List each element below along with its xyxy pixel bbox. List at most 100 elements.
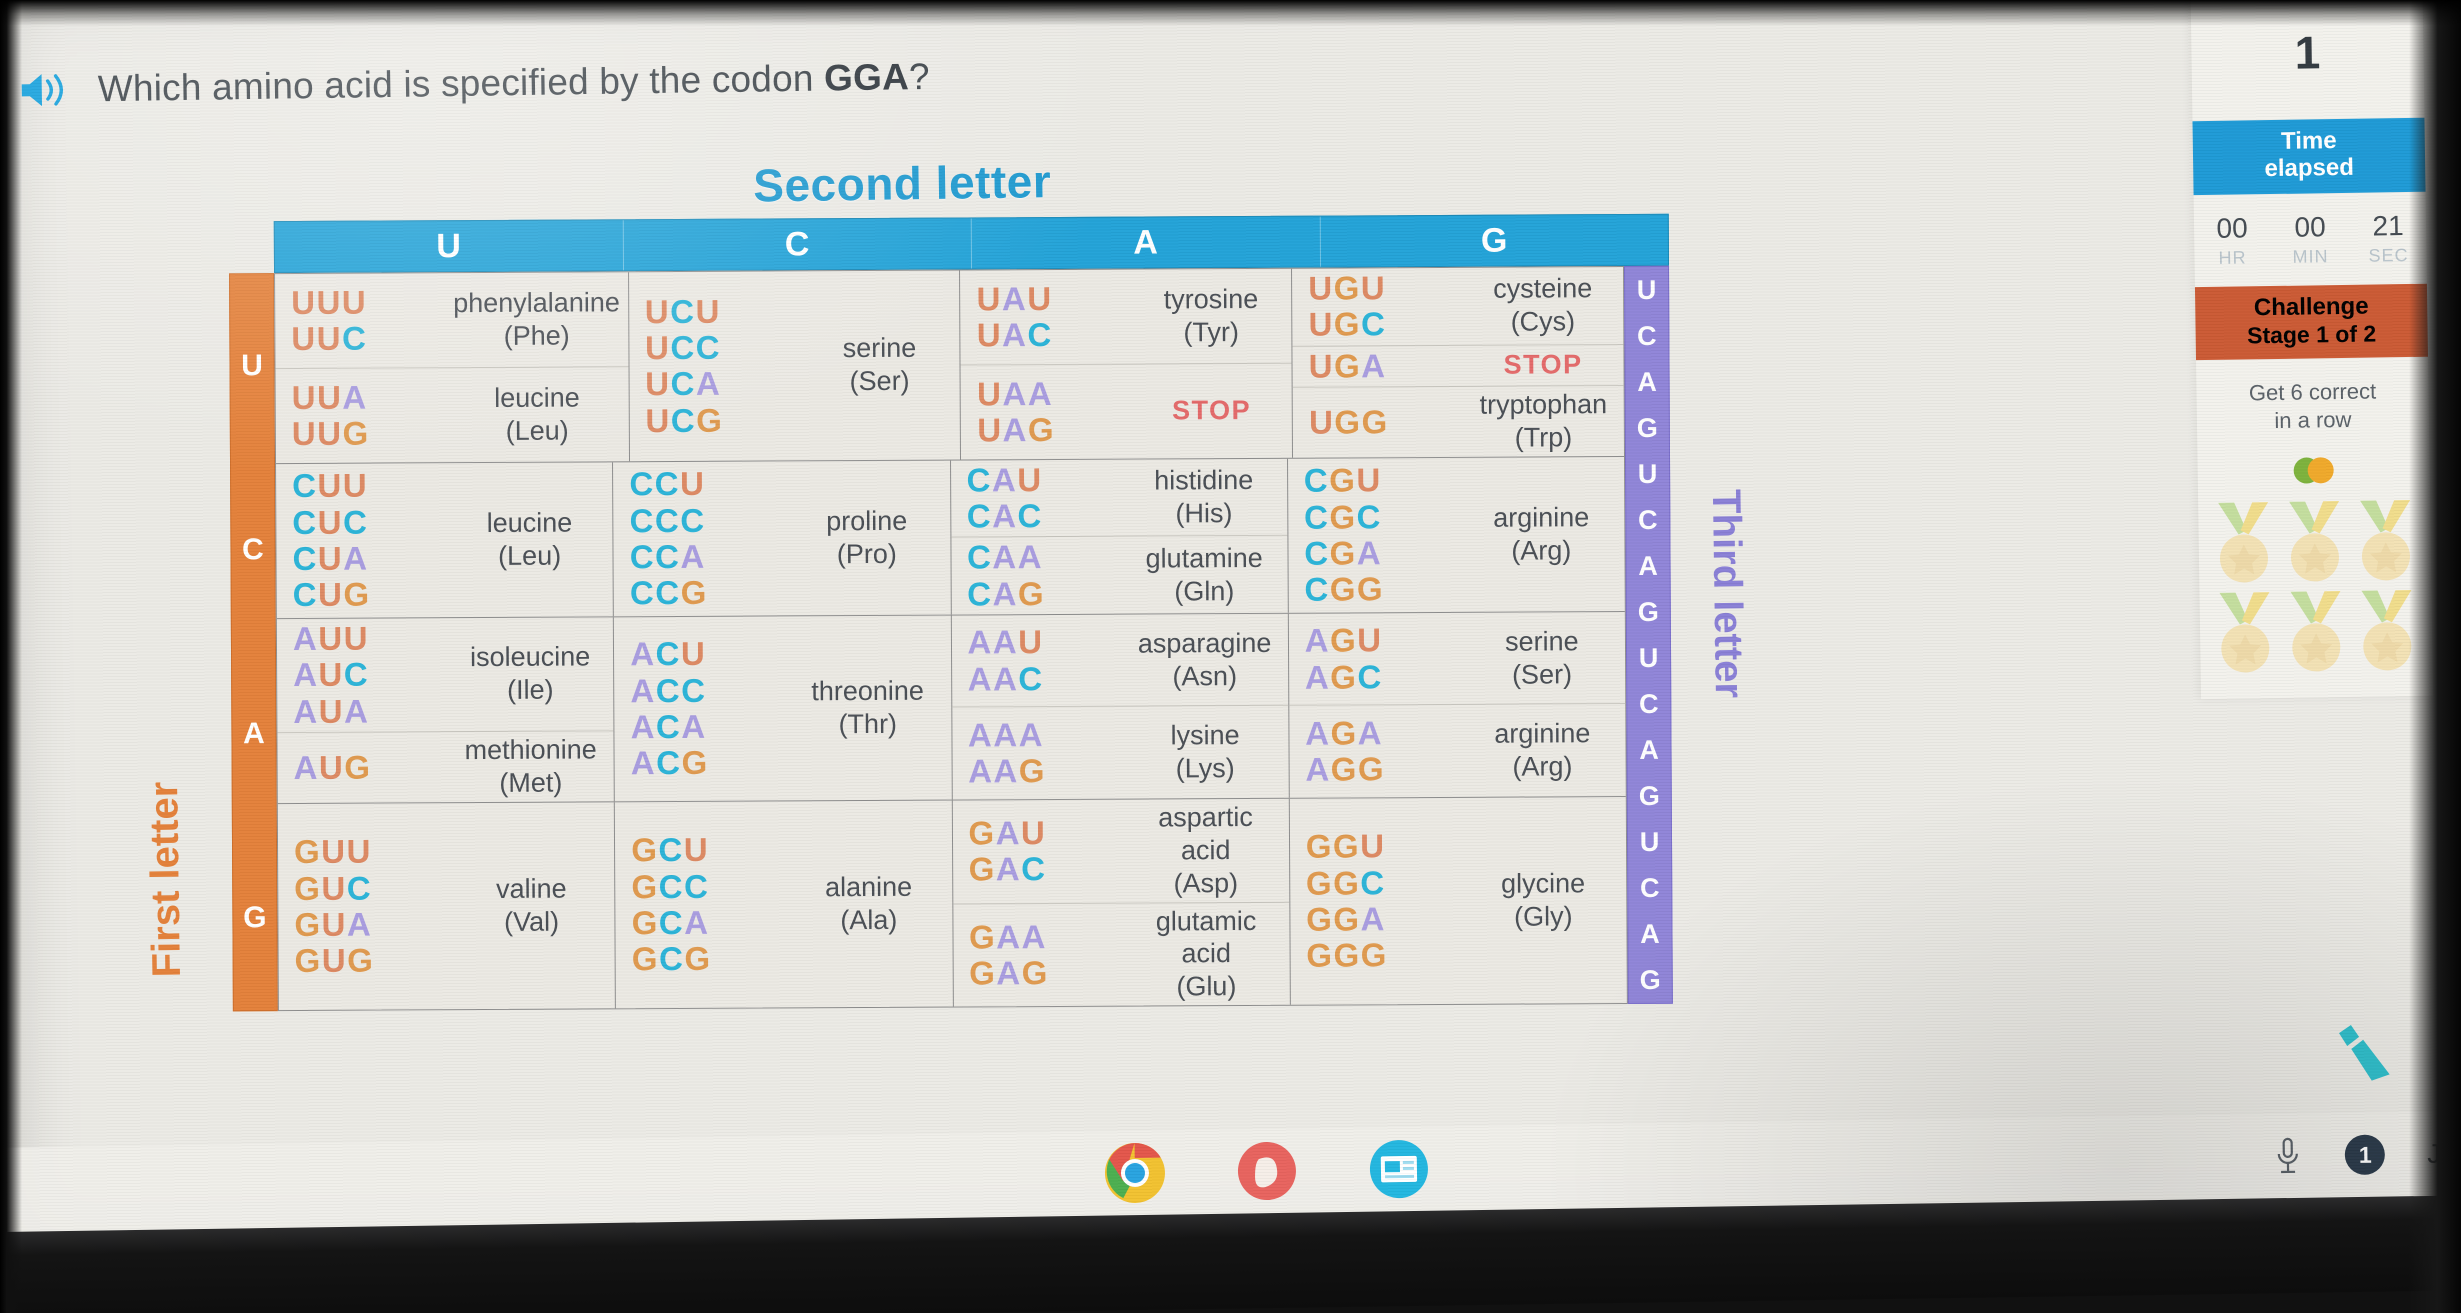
nucleotide-A: A xyxy=(993,715,1019,754)
nucleotide-U: U xyxy=(976,374,1003,412)
codon-UCU: UCU xyxy=(645,293,797,330)
challenge-title: Challenge xyxy=(2253,292,2369,321)
nucleotide-U: U xyxy=(645,365,671,403)
codon-CGU: CGU xyxy=(1304,462,1456,499)
codon-group: AGA AGG arginine (Arg) xyxy=(1289,704,1626,797)
nucleotide-G: G xyxy=(1027,410,1056,448)
microphone-icon[interactable] xyxy=(2273,1136,2304,1176)
nucleotide-C: C xyxy=(1018,659,1044,697)
nucleotide-C: C xyxy=(629,574,656,612)
amino-acid-label: isoleucine (Ile) xyxy=(455,641,614,708)
nucleotide-A: A xyxy=(680,537,706,575)
amino-acid-abbr: (Thr) xyxy=(838,708,898,739)
nucleotide-C: C xyxy=(658,867,685,905)
amino-acid-label: methionine (Met) xyxy=(455,733,614,800)
codon-list: GAU GAC xyxy=(968,814,1120,888)
stop-label: STOP xyxy=(1171,395,1252,426)
codon-row-a: AUU AUC AUA isoleucine (Ile) AUG methionine (Me… xyxy=(276,611,1626,804)
nucleotide-A: A xyxy=(293,692,319,730)
question-text: Which amino acid is specified by the cod… xyxy=(97,55,931,110)
second-letter-axis-label: Second letter xyxy=(752,155,1052,212)
third-letter-axis-label: Third letter xyxy=(1703,488,1751,699)
codon-group: GCU GCC GCA GCG alanine (Ala) xyxy=(615,800,952,1008)
nucleotide-C: C xyxy=(1360,864,1386,902)
presentation-app-icon[interactable] xyxy=(1366,1137,1431,1202)
codon-group: CAA CAG glutamine (Gln) xyxy=(951,536,1288,614)
nucleotide-U: U xyxy=(316,319,343,357)
codon-group: AUG methionine (Met) xyxy=(277,731,614,803)
codon-list: ACU ACC ACA ACG xyxy=(630,635,783,782)
nucleotide-G: G xyxy=(1305,828,1334,866)
nucleotide-G: G xyxy=(1332,827,1361,866)
nucleotide-C: C xyxy=(966,538,993,576)
codon-AAG: AAG xyxy=(968,752,1120,790)
nucleotide-A: A xyxy=(1001,279,1028,317)
nucleotide-U: U xyxy=(1308,403,1335,441)
codon-UUG: UUG xyxy=(292,414,444,452)
speaker-icon[interactable] xyxy=(17,70,72,111)
nucleotide-U: U xyxy=(1308,305,1334,343)
codon-group: AAU AAC asparagine (Asn) xyxy=(951,613,1289,708)
nucleotide-U: U xyxy=(318,619,344,657)
nucleotide-U: U xyxy=(1308,347,1335,385)
codon-cell: UAU UAC tyrosine (Tyr) UAA UAG STOP xyxy=(960,268,1294,460)
nucleotide-G: G xyxy=(968,917,997,956)
codon-list: UCU UCC UCA UCG xyxy=(645,293,798,439)
nucleotide-G: G xyxy=(1329,570,1358,608)
amino-acid-label: cysteine (Cys) xyxy=(1470,272,1623,339)
nucleotide-A: A xyxy=(343,692,370,730)
nucleotide-A: A xyxy=(992,623,1019,661)
third-letter-a: A xyxy=(1640,918,1660,949)
nucleotide-G: G xyxy=(968,814,996,852)
elapsed-timer: 00 HR 00 MIN 21 SEC xyxy=(2194,191,2427,272)
codon-GCU: GCU xyxy=(631,831,783,869)
nucleotide-G: G xyxy=(344,748,372,786)
codon-list: AUU AUC AUA xyxy=(293,620,446,730)
nucleotide-G: G xyxy=(696,401,724,439)
challenge-goal-text: Get 6 correct in a row xyxy=(2248,378,2377,434)
notification-badge[interactable]: 1 xyxy=(2345,1134,2386,1176)
codon-cell: UUU UUC phenylalanine (Phe) UUA UUG leucine (Le… xyxy=(275,272,630,463)
nucleotide-U: U xyxy=(317,503,344,541)
codon-group: CAU CAC histidine (His) xyxy=(950,458,1288,538)
amino-acid-abbr: (Met) xyxy=(499,767,563,798)
nucleotide-A: A xyxy=(292,619,319,657)
nucleotide-C: C xyxy=(1303,498,1330,536)
medal-icon xyxy=(2219,591,2270,673)
nucleotide-A: A xyxy=(293,748,320,786)
codon-UUU: UUU xyxy=(291,283,443,321)
question-codon: GGA xyxy=(823,56,910,99)
codon-list: GGU GGC GGA GGG xyxy=(1306,828,1459,974)
codon-AAC: AAC xyxy=(968,660,1120,697)
nucleotide-U: U xyxy=(291,283,317,321)
chrome-icon[interactable] xyxy=(1103,1141,1168,1206)
red-circle-app-icon[interactable] xyxy=(1234,1139,1299,1204)
streak-progress-indicator xyxy=(2197,441,2430,490)
pencil-icon[interactable] xyxy=(2331,1022,2402,1085)
nucleotide-A: A xyxy=(346,905,373,943)
second-letter-header-u: U xyxy=(274,220,624,273)
nucleotide-A: A xyxy=(1360,900,1386,938)
codon-GAG: GAG xyxy=(969,954,1121,992)
nucleotide-C: C xyxy=(658,831,684,869)
nucleotide-A: A xyxy=(992,659,1019,697)
nucleotide-G: G xyxy=(1305,864,1334,902)
codon-GCA: GCA xyxy=(632,904,784,941)
medal-icon xyxy=(2289,500,2340,582)
nucleotide-A: A xyxy=(995,850,1022,888)
nucleotide-G: G xyxy=(1356,570,1385,608)
nucleotide-A: A xyxy=(996,917,1022,955)
nucleotide-A: A xyxy=(630,635,656,673)
bezel-left xyxy=(0,0,22,1313)
nucleotide-A: A xyxy=(1361,346,1387,385)
nucleotide-C: C xyxy=(656,744,682,782)
codon-cell: CUU CUC CUA CUG leucine (Leu) xyxy=(276,462,615,619)
nucleotide-G: G xyxy=(1329,461,1357,499)
nucleotide-G: G xyxy=(1333,900,1361,938)
codon-AAU: AAU xyxy=(967,623,1119,661)
nucleotide-U: U xyxy=(343,619,370,657)
codon-cell: CAU CAC histidine (His) CAA CAG glutamine (Gln) xyxy=(950,458,1289,615)
nucleotide-U: U xyxy=(318,655,344,694)
nucleotide-U: U xyxy=(976,279,1003,318)
nucleotide-C: C xyxy=(341,319,368,357)
